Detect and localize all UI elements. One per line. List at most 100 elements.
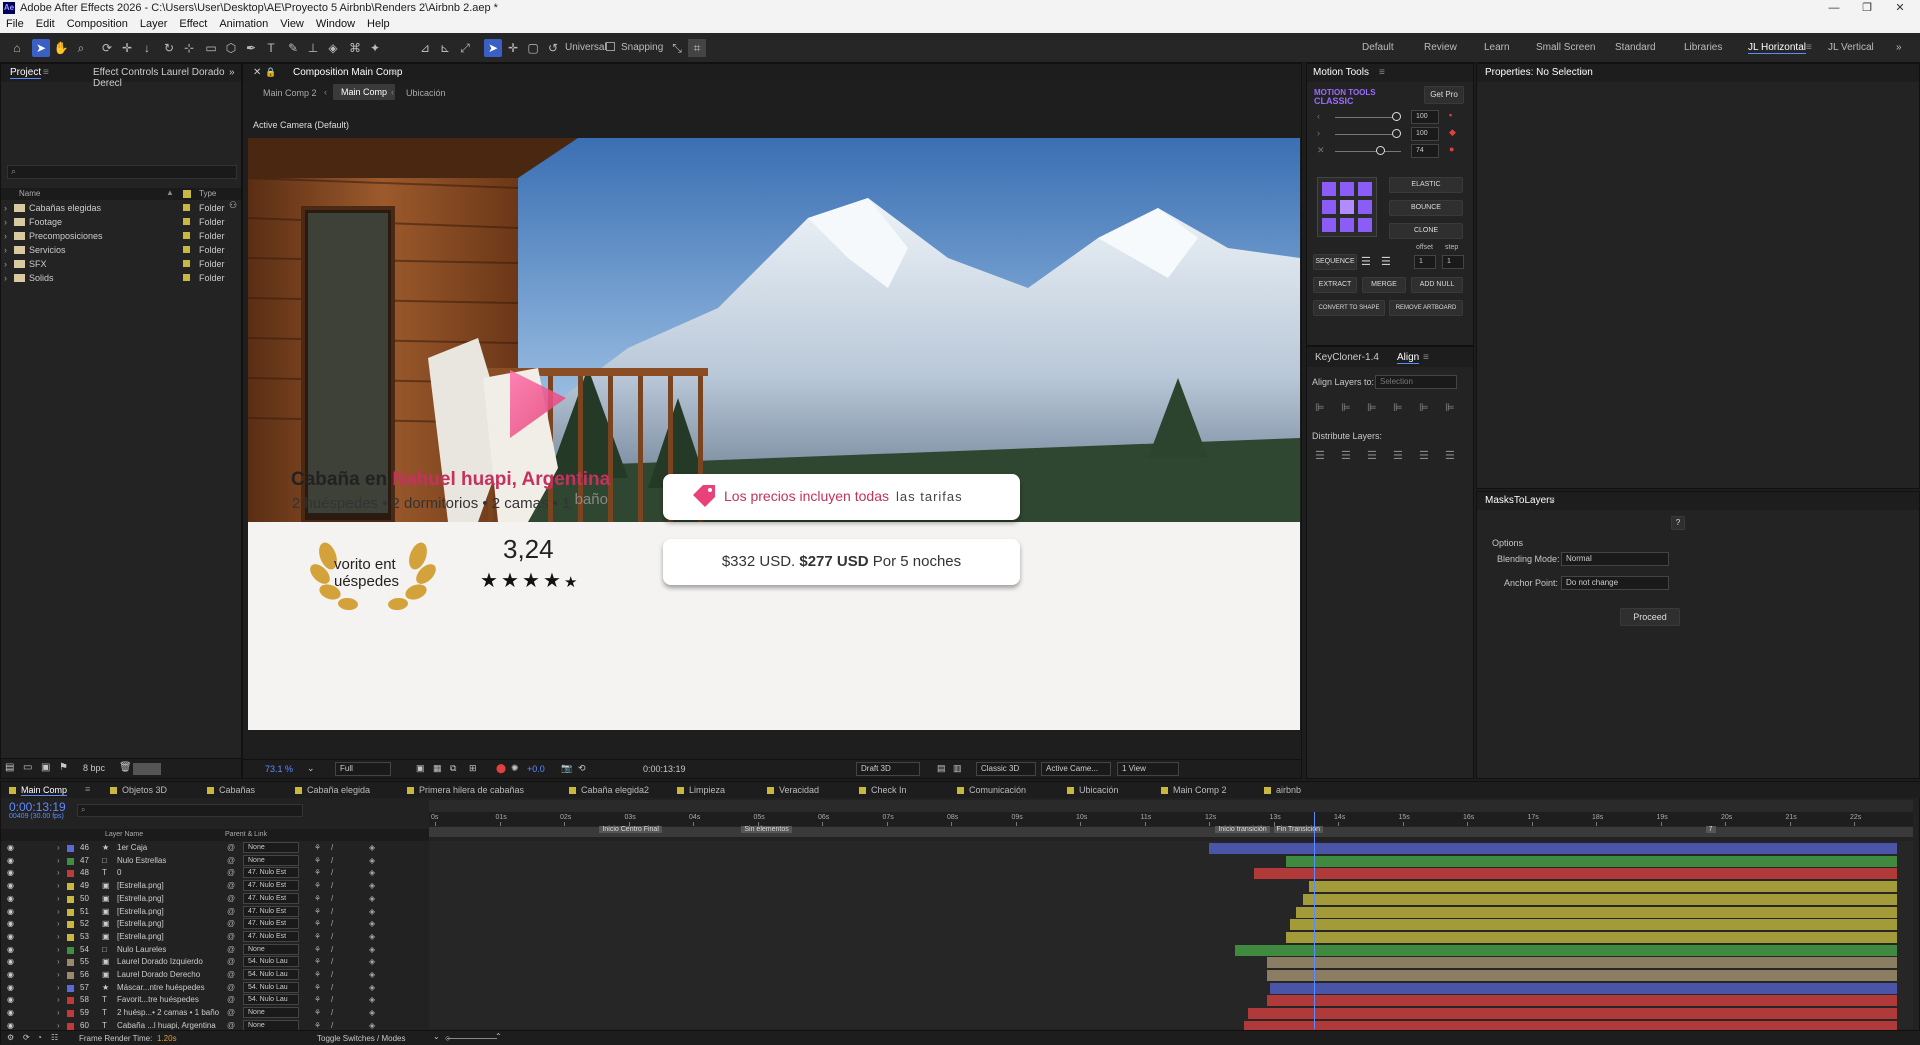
workspace-libraries[interactable]: Libraries bbox=[1684, 42, 1722, 53]
timeline-tab[interactable]: Objetos 3D bbox=[122, 785, 167, 795]
slider-value[interactable]: 100 bbox=[1411, 110, 1439, 124]
distribute-button-icon[interactable]: ☰ bbox=[1445, 449, 1455, 462]
comp-marker[interactable]: 7 bbox=[1705, 826, 1716, 833]
interpret-footage-icon[interactable]: ▤ bbox=[5, 762, 14, 773]
layer-row[interactable]: ◉ › 58 T Favorit...tre huéspedes @54. Nulo La… bbox=[1, 994, 429, 1006]
3d-scale-icon[interactable]: ▢ bbox=[524, 39, 542, 57]
renderer-dropdown[interactable]: Classic 3D bbox=[976, 762, 1036, 776]
timeline-tab[interactable]: airbnb bbox=[1276, 785, 1301, 795]
column-layer-name[interactable]: Layer Name bbox=[105, 831, 143, 838]
menu-help[interactable]: Help bbox=[361, 16, 396, 30]
shy-switch-icon[interactable]: ⚘ bbox=[314, 880, 321, 892]
visibility-eye-icon[interactable]: ◉ bbox=[7, 944, 14, 956]
quality-switch-icon[interactable]: / bbox=[331, 906, 333, 918]
expand-arrow-icon[interactable]: › bbox=[57, 918, 60, 930]
shy-switch-icon[interactable]: ⚘ bbox=[314, 1007, 321, 1019]
label-color-swatch[interactable] bbox=[183, 246, 190, 253]
bounce-button[interactable]: BOUNCE bbox=[1389, 200, 1463, 216]
timeline-tab[interactable]: Main Comp 2 bbox=[1173, 785, 1227, 795]
expand-arrow-icon[interactable]: › bbox=[57, 982, 60, 994]
anchor-tool-icon[interactable]: ⊹ bbox=[180, 39, 198, 57]
menu-file[interactable]: File bbox=[0, 16, 30, 30]
composition-viewer[interactable]: Cabaña en Nahuel huapi, Argentina 2 hués… bbox=[248, 138, 1300, 730]
label-color-swatch[interactable] bbox=[67, 1022, 74, 1030]
current-time[interactable]: 0:00:13:19 bbox=[643, 764, 686, 774]
comp-marker[interactable]: Inicio transición bbox=[1215, 826, 1270, 833]
parent-dropdown[interactable]: 54. Nulo Lau bbox=[243, 994, 299, 1006]
expand-arrow-icon[interactable]: › bbox=[4, 271, 7, 285]
transfer-controls-icon[interactable]: ⟳ bbox=[23, 1033, 30, 1042]
timeline-tab[interactable]: Main Comp bbox=[21, 785, 68, 796]
shy-switch-icon[interactable]: ⚘ bbox=[314, 842, 321, 854]
bpc-button[interactable]: 8 bpc bbox=[83, 763, 105, 773]
pickwhip-icon[interactable]: @ bbox=[227, 931, 235, 943]
layer-row[interactable]: ◉ › 51 ▣ [Estrella.png] @47. Nulo Est ⚘ / ◈ bbox=[1, 905, 429, 918]
exposure-value[interactable]: +0.0 bbox=[527, 764, 545, 774]
influence-slider[interactable] bbox=[1335, 134, 1401, 135]
layer-duration-bar[interactable] bbox=[1308, 881, 1897, 893]
expand-arrow-icon[interactable]: › bbox=[57, 944, 60, 956]
layer-duration-bar[interactable] bbox=[1267, 995, 1897, 1007]
project-folder-item[interactable]: › Footage Folder bbox=[1, 215, 241, 229]
label-color-swatch[interactable] bbox=[67, 997, 74, 1005]
eraser-tool-icon[interactable]: ◈ bbox=[324, 39, 342, 57]
quality-switch-icon[interactable]: / bbox=[331, 855, 333, 867]
expand-arrow-icon[interactable]: › bbox=[4, 215, 7, 229]
expand-arrow-icon[interactable]: › bbox=[57, 893, 60, 905]
snap-options-icon[interactable]: ⤡ bbox=[668, 39, 686, 57]
influence-slider[interactable] bbox=[1335, 151, 1401, 152]
selection-tool-icon[interactable]: ➤ bbox=[32, 39, 50, 57]
panel-overflow-icon[interactable]: » bbox=[229, 67, 235, 78]
expand-arrow-icon[interactable]: › bbox=[4, 229, 7, 243]
timeline-tab[interactable]: Primera hilera de cabañas bbox=[419, 785, 524, 795]
zoom-tool-icon[interactable]: ⌕ bbox=[72, 39, 90, 57]
layer-duration-bar[interactable] bbox=[1302, 893, 1897, 905]
workspace-review[interactable]: Review bbox=[1424, 42, 1457, 53]
reset-icon[interactable]: ▪ bbox=[1449, 110, 1452, 120]
pickwhip-icon[interactable]: @ bbox=[227, 855, 235, 867]
label-color-swatch[interactable] bbox=[183, 274, 190, 281]
workspace-learn[interactable]: Learn bbox=[1484, 42, 1510, 53]
sequence-forward-icon[interactable]: ☰ bbox=[1361, 255, 1371, 268]
3d-layer-icon[interactable]: ◈ bbox=[369, 956, 375, 968]
timeline-tab[interactable]: Ubicación bbox=[1079, 785, 1119, 795]
parent-dropdown[interactable]: 47. Nulo Est bbox=[243, 880, 299, 892]
layer-bars-area[interactable] bbox=[429, 841, 1913, 1032]
workspace-default[interactable]: Default bbox=[1362, 42, 1394, 53]
parent-dropdown[interactable]: None bbox=[243, 943, 299, 955]
time-ruler[interactable]: 0s 01s 02s 03s 04s 05s 06s 07s 08s 09s 10s 11s 12s 13… bbox=[429, 812, 1913, 826]
label-color-swatch[interactable] bbox=[67, 883, 74, 891]
flowchart-icon[interactable]: ⚑ bbox=[59, 762, 68, 773]
label-color-swatch[interactable] bbox=[183, 218, 190, 225]
project-menu-icon[interactable]: ≡ bbox=[43, 67, 49, 78]
layer-row[interactable]: ◉ › 49 ▣ [Estrella.png] @47. Nulo Est ⚘ / ◈ bbox=[1, 880, 429, 892]
expand-arrow-icon[interactable]: › bbox=[57, 994, 60, 1006]
shy-switch-icon[interactable]: ⚘ bbox=[314, 944, 321, 956]
new-comp-icon[interactable]: ▣ bbox=[41, 762, 50, 773]
shy-switch-icon[interactable]: ⚘ bbox=[314, 969, 321, 981]
shy-switch-icon[interactable]: ⚘ bbox=[314, 982, 321, 994]
resolution-dropdown[interactable]: Full bbox=[335, 762, 391, 776]
pickwhip-icon[interactable]: @ bbox=[227, 944, 235, 956]
guides-icon[interactable]: ⊞ bbox=[469, 763, 477, 774]
flowchart-node-icon[interactable]: ⚇ bbox=[229, 200, 237, 211]
layer-duration-bar[interactable] bbox=[1267, 957, 1897, 969]
extract-button[interactable]: EXTRACT bbox=[1313, 277, 1357, 293]
layer-name[interactable]: 1er Caja bbox=[117, 842, 221, 854]
project-folder-item[interactable]: › Cabañas elegidas Folder bbox=[1, 201, 241, 215]
layer-name[interactable]: [Estrella.png] bbox=[117, 918, 221, 930]
layer-duration-bar[interactable] bbox=[1296, 906, 1897, 918]
workspace-jl-horizontal[interactable]: JL Horizontal bbox=[1748, 42, 1806, 54]
layer-row[interactable]: ◉ › 53 ▣ [Estrella.png] @47. Nulo Est ⚘ / ◈ bbox=[1, 930, 429, 943]
extrude-tool-icon[interactable]: ⬡ bbox=[222, 39, 240, 57]
shy-switch-icon[interactable]: ⚘ bbox=[314, 994, 321, 1006]
show-snapshot-icon[interactable]: ⟲ bbox=[578, 763, 586, 774]
layer-name[interactable]: 2 huésp...• 2 camas • 1 baño bbox=[117, 1007, 221, 1019]
composition-title[interactable]: Composition Main Comp bbox=[293, 67, 403, 78]
comp-marker[interactable]: Inicio Centro Final bbox=[599, 826, 662, 833]
work-area-bar[interactable] bbox=[429, 800, 1913, 812]
visibility-eye-icon[interactable]: ◉ bbox=[7, 842, 14, 854]
pickwhip-icon[interactable]: @ bbox=[227, 994, 235, 1006]
snapping-checkbox[interactable] bbox=[606, 42, 615, 51]
pickwhip-icon[interactable]: @ bbox=[227, 880, 235, 892]
